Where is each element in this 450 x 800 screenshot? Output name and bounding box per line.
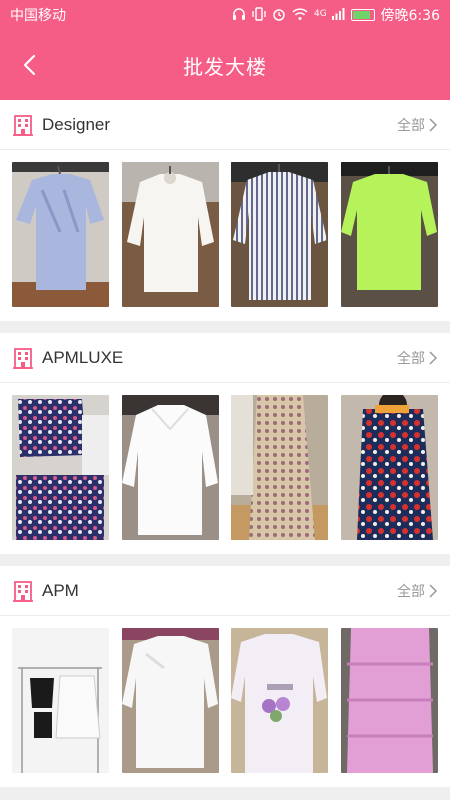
product-image[interactable]	[121, 628, 219, 773]
product-image[interactable]	[121, 395, 219, 540]
product-image[interactable]	[12, 628, 109, 773]
product-image[interactable]	[340, 162, 438, 307]
wifi-icon	[292, 7, 308, 24]
section-header: APMLUXE 全部	[0, 333, 450, 383]
battery-icon	[350, 9, 375, 21]
product-image[interactable]	[231, 162, 329, 307]
carrier-label: 中国移动	[10, 8, 66, 24]
section-title: APMLUXE	[42, 347, 124, 367]
section-divider	[0, 321, 450, 333]
view-all-label: 全部	[397, 350, 425, 367]
view-all-link[interactable]: 全部	[397, 348, 438, 368]
product-image[interactable]	[121, 162, 219, 307]
headphones-icon	[232, 7, 246, 24]
view-all-label: 全部	[397, 117, 425, 134]
product-thumbnails	[0, 383, 450, 554]
alarm-icon	[272, 7, 286, 24]
section-apmluxe: APMLUXE 全部	[0, 333, 450, 554]
product-image[interactable]	[12, 162, 109, 307]
nav-bar: 批发大楼	[0, 30, 450, 100]
chevron-right-icon	[429, 117, 438, 132]
view-all-link[interactable]: 全部	[397, 581, 438, 601]
chevron-right-icon	[429, 583, 438, 598]
vibrate-icon	[252, 6, 266, 24]
section-header: APM 全部	[0, 566, 450, 616]
building-icon	[13, 114, 33, 136]
product-image[interactable]	[340, 628, 438, 773]
section-apm: APM 全部	[0, 566, 450, 787]
product-image[interactable]	[12, 395, 109, 540]
view-all-label: 全部	[397, 583, 425, 600]
product-image[interactable]	[231, 395, 329, 540]
product-image[interactable]	[340, 395, 438, 540]
clock: 傍晚6:36	[380, 8, 440, 24]
section-designer: Designer 全部	[0, 100, 450, 321]
building-icon	[13, 347, 33, 369]
building-icon	[13, 580, 33, 602]
product-thumbnails	[0, 150, 450, 321]
chevron-right-icon	[429, 350, 438, 365]
status-icons: 4G 傍晚6:36	[232, 5, 440, 25]
section-divider	[0, 554, 450, 566]
view-all-link[interactable]: 全部	[397, 115, 438, 135]
section-header: Designer 全部	[0, 100, 450, 150]
product-thumbnails	[0, 616, 450, 787]
chevron-left-icon	[23, 54, 36, 76]
product-image[interactable]	[231, 628, 329, 773]
page-title: 批发大楼	[183, 54, 267, 79]
status-bar: 中国移动 4G 傍晚6:36	[0, 0, 450, 30]
section-title: Designer	[42, 114, 111, 134]
signal-icon: 4G	[314, 7, 345, 24]
section-divider	[0, 787, 450, 799]
section-title: APM	[42, 580, 79, 600]
back-button[interactable]	[16, 52, 42, 78]
